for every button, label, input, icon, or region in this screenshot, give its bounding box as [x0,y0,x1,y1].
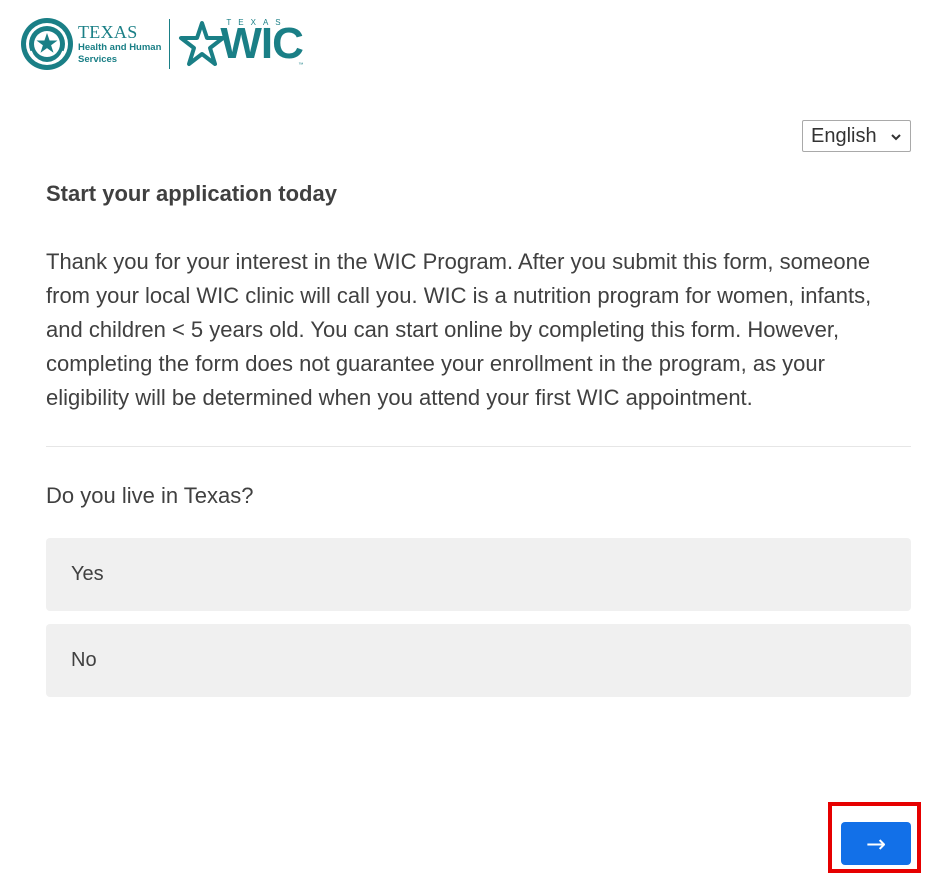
chevron-down-icon [891,134,901,141]
option-yes-label: Yes [71,563,104,585]
divider [46,446,911,447]
arrow-right-icon: → [865,829,887,858]
option-yes[interactable]: Yes [46,538,911,611]
option-no[interactable]: No [46,624,911,697]
texas-seal-icon [21,18,73,70]
wic-logo-word: WIC [220,19,304,68]
hhs-logo-line2: Services [78,53,118,65]
option-no-label: No [71,649,97,671]
star-icon [179,21,226,66]
hhs-logo-line1: Health and Human [78,41,162,53]
header: TEXAS Health and Human Services TEXAS WI… [20,14,304,74]
wic-logo-tm: ™ [298,62,304,68]
language-select[interactable]: English [802,120,911,152]
texas-hhs-logo: TEXAS Health and Human Services [20,17,161,71]
question-label: Do you live in Texas? [46,483,254,508]
hhs-logo-state: TEXAS [78,21,138,42]
logo-divider [169,19,171,69]
page-title: Start your application today [46,181,337,206]
intro-paragraph: Thank you for your interest in the WIC P… [46,249,872,410]
language-select-value: English [811,124,877,147]
texas-wic-logo: TEXAS WIC ™ [178,16,304,72]
next-button[interactable]: → [841,822,911,865]
